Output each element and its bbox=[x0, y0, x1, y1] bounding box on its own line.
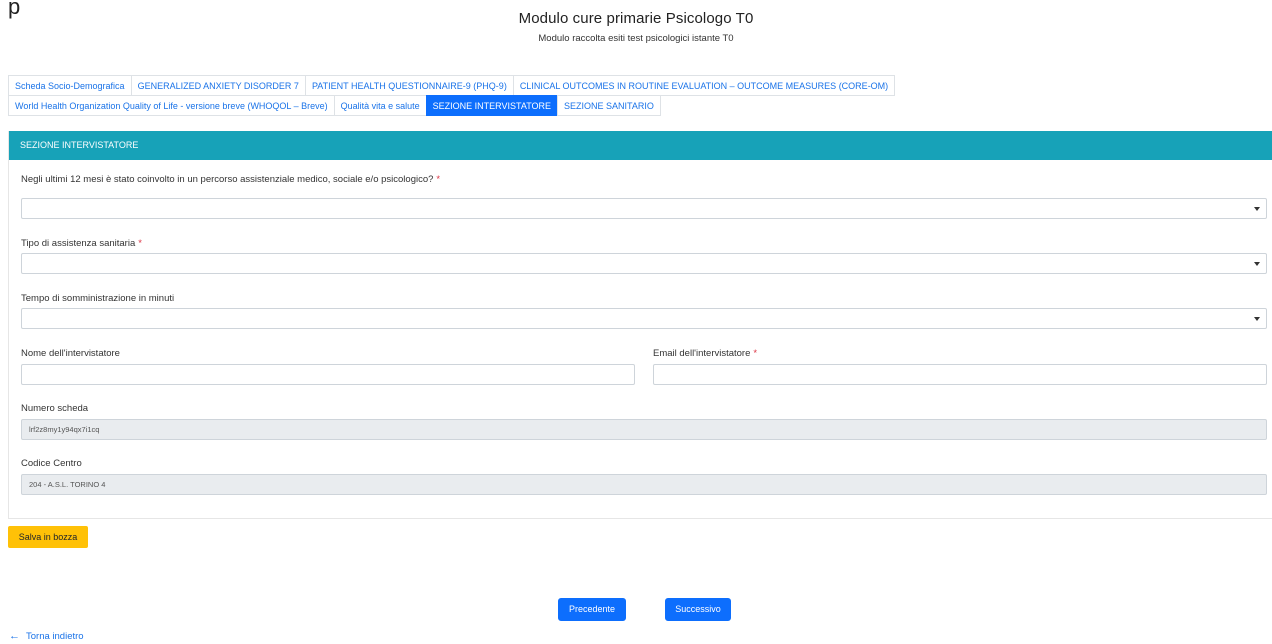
email-intervistatore-label: Email dell'intervistatore * bbox=[653, 348, 758, 359]
arrow-left-icon: ← bbox=[9, 630, 20, 642]
chevron-down-icon bbox=[1254, 262, 1260, 266]
numero-scheda-label: Numero scheda bbox=[21, 403, 89, 414]
nome-intervistatore-input[interactable] bbox=[21, 364, 635, 385]
page-title: Modulo cure primarie Psicologo T0 bbox=[518, 10, 754, 27]
panel-heading: SEZIONE INTERVISTATORE bbox=[9, 131, 1272, 160]
numero-scheda-field: lrf2z8my1y94qx7i1cq bbox=[21, 419, 1267, 440]
tab-whoqol[interactable]: World Health Organization Quality of Lif… bbox=[8, 95, 335, 116]
tempo-label: Tempo di somministrazione in minuti bbox=[21, 293, 175, 304]
chevron-down-icon bbox=[1254, 207, 1260, 211]
back-link[interactable]: ← Torna indietro bbox=[9, 630, 84, 642]
codice-centro-field: 204 - A.S.L. TORINO 4 bbox=[21, 474, 1267, 495]
required-marker: * bbox=[138, 238, 142, 249]
page-subtitle: Modulo raccolta esiti test psicologici i… bbox=[538, 33, 734, 44]
tab-phq9[interactable]: PATIENT HEALTH QUESTIONNAIRE-9 (PHQ-9) bbox=[304, 75, 514, 96]
tipo-assistenza-select[interactable] bbox=[21, 253, 1267, 274]
next-button[interactable]: Successivo bbox=[665, 598, 731, 621]
tab-core-om[interactable]: CLINICAL OUTCOMES IN ROUTINE EVALUATION … bbox=[512, 75, 896, 96]
tempo-select[interactable] bbox=[21, 308, 1267, 329]
tab-scheda-socio-demografica[interactable]: Scheda Socio-Demografica bbox=[8, 75, 132, 96]
form-tabs: Scheda Socio-Demografica GENERALIZED ANX… bbox=[8, 75, 938, 116]
email-intervistatore-input[interactable] bbox=[653, 364, 1267, 385]
tab-sezione-intervistatore[interactable]: SEZIONE INTERVISTATORE bbox=[425, 95, 559, 116]
tab-qualita-vita[interactable]: Qualità vita e salute bbox=[333, 95, 427, 116]
tipo-assistenza-label: Tipo di assistenza sanitaria * bbox=[21, 238, 142, 249]
chevron-down-icon bbox=[1254, 317, 1260, 321]
tab-gad7[interactable]: GENERALIZED ANXIETY DISORDER 7 bbox=[130, 75, 306, 96]
percorso-label: Negli ultimi 12 mesi è stato coinvolto i… bbox=[21, 174, 441, 185]
tab-sezione-sanitario[interactable]: SEZIONE SANITARIO bbox=[557, 95, 661, 116]
codice-centro-label: Codice Centro bbox=[21, 458, 82, 469]
nome-intervistatore-label: Nome dell'intervistatore bbox=[21, 348, 120, 359]
percorso-select[interactable] bbox=[21, 198, 1267, 219]
required-marker: * bbox=[753, 348, 758, 359]
save-draft-button[interactable]: Salva in bozza bbox=[8, 526, 88, 548]
previous-button[interactable]: Precedente bbox=[558, 598, 626, 621]
required-marker: * bbox=[436, 174, 441, 185]
page-header: Modulo cure primarie Psicologo T0 Modulo… bbox=[0, 10, 1272, 44]
back-link-label: Torna indietro bbox=[26, 630, 84, 642]
